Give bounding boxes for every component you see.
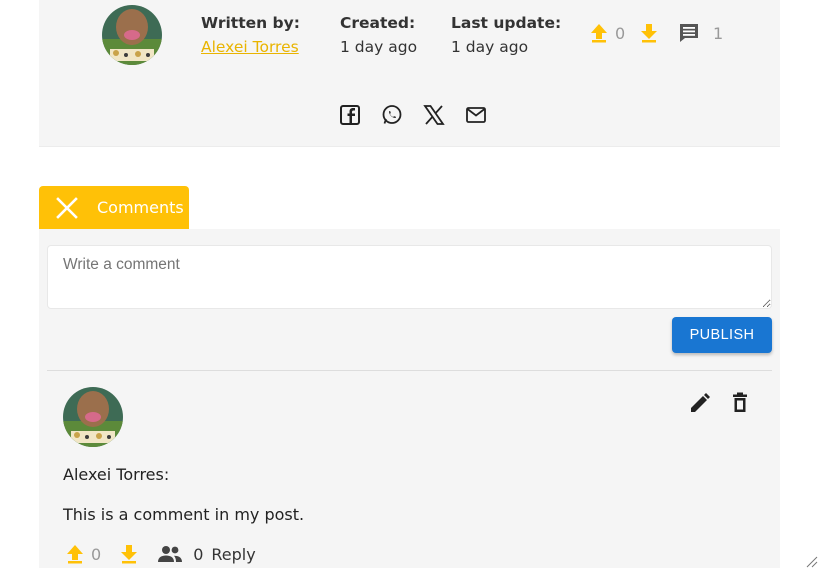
created-info: Created: 1 day ago: [340, 12, 417, 60]
email-share-button[interactable]: [465, 104, 487, 126]
created-label: Created:: [340, 14, 416, 32]
email-icon[interactable]: [465, 104, 487, 126]
facebook-icon[interactable]: [339, 104, 361, 126]
comment-upvote-count: 0: [91, 544, 102, 564]
tab-comments[interactable]: Comments: [39, 186, 189, 229]
download-icon[interactable]: [639, 22, 659, 44]
comment-followers-count: 0: [193, 544, 204, 564]
comment-author: Alexei Torres:: [63, 465, 170, 484]
written-by-label: Written by:: [201, 14, 300, 32]
x-icon[interactable]: [423, 104, 445, 126]
tab-comments-label: Comments: [97, 198, 184, 217]
comment-icon[interactable]: [677, 22, 701, 44]
author-avatar[interactable]: [102, 5, 162, 65]
comment-download-icon[interactable]: [119, 543, 139, 565]
whatsapp-share-button[interactable]: [381, 104, 403, 126]
comment-text: This is a comment in my post.: [63, 505, 305, 524]
window-resize-handle-icon[interactable]: [804, 554, 818, 568]
upvote-icon[interactable]: [589, 22, 609, 44]
post-info-card: Written by: Alexei Torres Created: 1 day…: [39, 0, 780, 147]
publish-button[interactable]: PUBLISH: [672, 317, 772, 353]
comment-actions: 0 0 Reply: [65, 543, 256, 565]
delete-icon[interactable]: [728, 391, 752, 415]
comment-upvote-icon[interactable]: [65, 543, 85, 565]
updated-value: 1 day ago: [451, 38, 529, 56]
author-link[interactable]: Alexei Torres: [201, 34, 300, 60]
comment-author-avatar[interactable]: [63, 387, 123, 447]
post-upvote[interactable]: 0: [589, 22, 625, 44]
updated-info: Last update: 1 day ago: [451, 12, 561, 60]
share-buttons: [339, 104, 487, 126]
people-icon[interactable]: [157, 543, 183, 565]
written-by: Written by: Alexei Torres: [201, 12, 300, 60]
post-upvote-count: 0: [615, 23, 626, 43]
post-download[interactable]: [639, 22, 659, 44]
comments-panel: PUBLISH Alexei Torres: This is a comment…: [39, 229, 780, 568]
created-value: 1 day ago: [340, 38, 418, 56]
divider: [47, 370, 772, 371]
whatsapp-icon[interactable]: [381, 104, 403, 126]
facebook-share-button[interactable]: [339, 104, 361, 126]
close-icon[interactable]: [55, 196, 79, 220]
x-share-button[interactable]: [423, 104, 445, 126]
post-comments[interactable]: 1: [677, 22, 723, 44]
updated-label: Last update:: [451, 14, 562, 32]
reply-button[interactable]: Reply: [211, 545, 255, 564]
edit-icon[interactable]: [688, 391, 712, 415]
post-comments-count: 1: [713, 23, 724, 43]
comment-input[interactable]: [47, 245, 772, 309]
